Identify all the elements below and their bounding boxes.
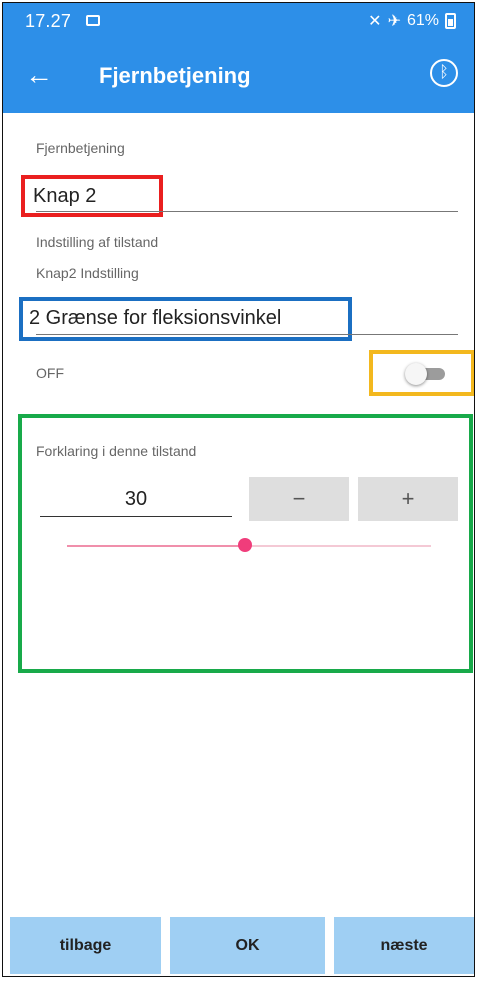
explanation-label: Forklaring i denne tilstand bbox=[36, 443, 197, 459]
toggle-switch-thumb[interactable] bbox=[405, 363, 427, 385]
value-input-underline bbox=[40, 516, 232, 517]
mode-select[interactable]: 2 Grænse for fleksionsvinkel bbox=[29, 307, 281, 330]
back-button[interactable]: tilbage bbox=[10, 917, 161, 974]
battery-icon bbox=[445, 13, 456, 29]
battery-percent: 61% bbox=[406, 12, 439, 29]
ok-button[interactable]: OK bbox=[170, 917, 325, 974]
arrow-left-icon[interactable]: ← bbox=[25, 61, 53, 89]
slider-fill bbox=[67, 545, 246, 547]
page-title: Fjernbetjening bbox=[99, 63, 251, 88]
next-button[interactable]: næste bbox=[334, 917, 474, 974]
remote-value[interactable]: Knap 2 bbox=[33, 185, 96, 208]
decrement-button[interactable]: − bbox=[249, 477, 349, 521]
airplane-icon: ✈ bbox=[387, 13, 401, 30]
mode-field-underline bbox=[36, 334, 458, 335]
phone-screen: 17.27 ✕ ✈ 61% ← Fjernbetjening ᛒ Fjernbe… bbox=[2, 2, 475, 977]
status-bar: 17.27 ✕ ✈ 61% bbox=[3, 3, 474, 39]
button-setting-label: Knap2 Indstilling bbox=[36, 265, 139, 281]
bluetooth-icon[interactable]: ᛒ bbox=[430, 59, 458, 87]
toggle-label: OFF bbox=[36, 365, 64, 381]
increment-button[interactable]: + bbox=[358, 477, 458, 521]
image-notification-icon bbox=[86, 15, 100, 26]
remote-label: Fjernbetjening bbox=[36, 140, 125, 156]
mute-icon: ✕ bbox=[368, 13, 382, 30]
state-setting-label: Indstilling af tilstand bbox=[36, 234, 159, 250]
value-input[interactable]: 30 bbox=[40, 488, 232, 511]
app-bar: ← Fjernbetjening ᛒ bbox=[3, 39, 474, 113]
status-right: ✕ ✈ 61% bbox=[368, 11, 456, 31]
status-time: 17.27 bbox=[25, 11, 72, 31]
remote-field-underline bbox=[36, 211, 458, 212]
